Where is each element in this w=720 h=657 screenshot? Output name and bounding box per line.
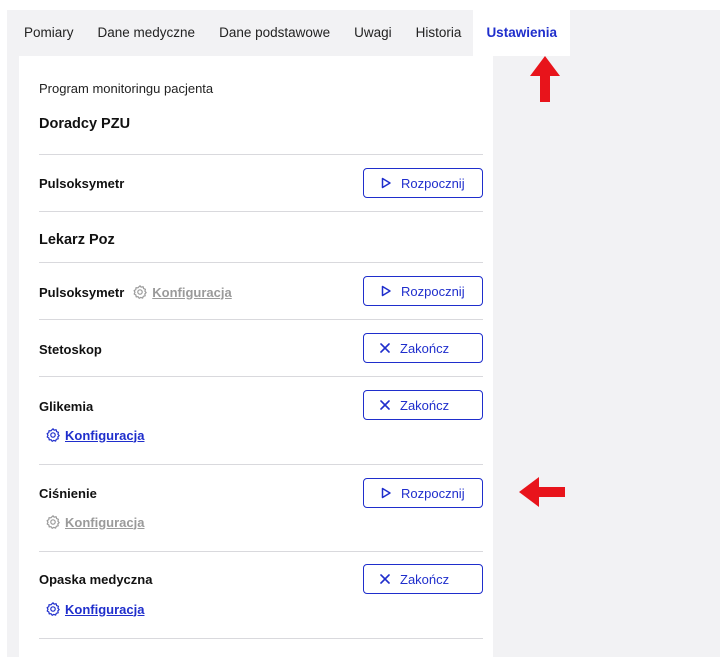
tab-historia[interactable]: Historia — [404, 10, 474, 56]
config-link-disabled: Konfiguracja — [132, 284, 232, 300]
config-link[interactable]: Konfiguracja — [45, 427, 144, 443]
device-name-cisnienie: Ciśnienie — [39, 486, 97, 501]
divider — [39, 376, 483, 377]
start-button[interactable]: Rozpocznij — [363, 276, 483, 306]
stop-button-label: Zakończ — [400, 397, 450, 413]
device-label: Glikemia — [39, 399, 94, 414]
settings-panel: Program monitoringu pacjenta Doradcy PZU… — [19, 56, 493, 657]
divider — [39, 464, 483, 465]
tab-dane-podstawowe[interactable]: Dane podstawowe — [207, 10, 342, 56]
gear-icon — [132, 284, 148, 300]
divider — [39, 319, 483, 320]
group-title-doradcy-pzu: Doradcy PZU — [39, 116, 131, 132]
x-icon — [379, 342, 391, 354]
config-link[interactable]: Konfiguracja — [45, 601, 144, 617]
stop-button[interactable]: Zakończ — [363, 564, 483, 594]
play-triangle-icon — [380, 487, 392, 499]
gear-icon — [45, 601, 61, 617]
device-label: Opaska medyczna — [39, 572, 153, 587]
config-link-label: Konfiguracja — [65, 601, 145, 617]
play-triangle-icon — [380, 285, 392, 297]
divider — [39, 551, 483, 552]
device-name-pulsoksymetr: Pulsoksymetr — [39, 176, 124, 191]
device-name-pulsoksymetr: Pulsoksymetr Konfiguracja — [39, 284, 232, 300]
divider — [39, 638, 483, 639]
config-link-disabled: Konfiguracja — [45, 514, 144, 530]
program-label: Program monitoringu pacjenta — [39, 81, 214, 96]
device-label: Ciśnienie — [39, 486, 97, 501]
divider — [39, 154, 483, 155]
device-label: Pulsoksymetr — [39, 176, 125, 191]
tab-uwagi[interactable]: Uwagi — [342, 10, 404, 56]
device-label: Pulsoksymetr — [39, 284, 125, 300]
red-arrow-up-icon — [530, 56, 560, 107]
group-title-lekarz-poz: Lekarz Poz — [39, 232, 115, 248]
stop-button-label: Zakończ — [400, 571, 450, 587]
start-button-label: Rozpocznij — [401, 283, 465, 299]
config-link-label: Konfiguracja — [65, 427, 145, 443]
device-name-glikemia: Glikemia — [39, 399, 93, 414]
device-label: Stetoskop — [39, 342, 102, 357]
tab-pomiary[interactable]: Pomiary — [7, 10, 86, 56]
start-button[interactable]: Rozpocznij — [363, 478, 483, 508]
device-name-opaska-medyczna: Opaska medyczna — [39, 572, 152, 587]
stop-button-label: Zakończ — [400, 340, 450, 356]
config-link-label: Konfiguracja — [152, 284, 232, 300]
start-button[interactable]: Rozpocznij — [363, 168, 483, 198]
start-button-label: Rozpocznij — [401, 485, 465, 501]
x-icon — [379, 399, 391, 411]
device-name-stetoskop: Stetoskop — [39, 342, 102, 357]
play-triangle-icon — [380, 177, 392, 189]
patient-tabs-container: Pomiary Dane medyczne Dane podstawowe Uw… — [7, 10, 720, 657]
start-button-label: Rozpocznij — [401, 175, 465, 191]
x-icon — [379, 573, 391, 585]
tab-bar: Pomiary Dane medyczne Dane podstawowe Uw… — [7, 10, 570, 56]
gear-icon — [45, 514, 61, 530]
config-link-label: Konfiguracja — [65, 514, 145, 530]
tab-dane-medyczne[interactable]: Dane medyczne — [86, 10, 208, 56]
stop-button[interactable]: Zakończ — [363, 333, 483, 363]
divider — [39, 262, 483, 263]
tab-ustawienia[interactable]: Ustawienia — [473, 10, 570, 56]
red-arrow-left-icon — [519, 477, 565, 512]
stop-button[interactable]: Zakończ — [363, 390, 483, 420]
divider — [39, 211, 483, 212]
gear-icon — [45, 427, 61, 443]
